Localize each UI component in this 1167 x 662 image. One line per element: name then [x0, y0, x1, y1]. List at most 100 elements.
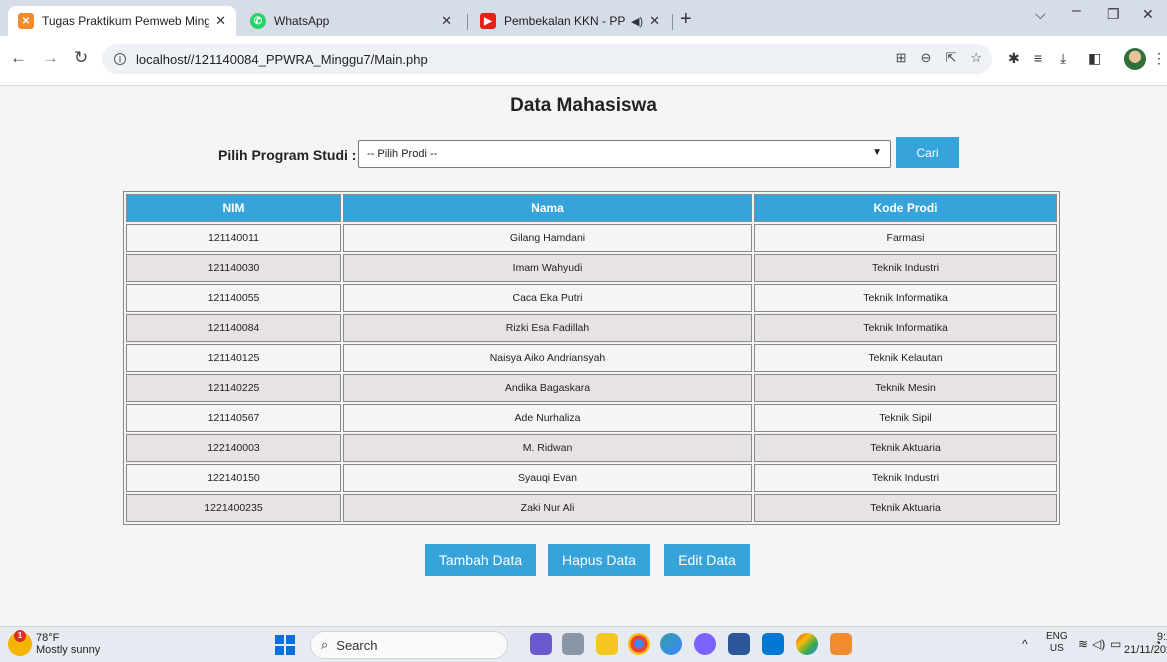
filter-row: Pilih Program Studi : -- Pilih Prodi -- …	[0, 137, 1167, 168]
cell-prodi: Teknik Kelautan	[754, 344, 1057, 372]
teams-icon[interactable]	[530, 633, 552, 655]
browser-toolbar: ← → ↻ i localhost//121140084_PPWRA_Mingg…	[0, 36, 1167, 86]
tab-label: Tugas Praktikum Pemweb Mingg	[42, 14, 210, 28]
search-button[interactable]: Cari	[896, 137, 959, 168]
language-indicator[interactable]: ENG US	[1046, 631, 1068, 655]
cell-nim: 121140055	[126, 284, 341, 312]
cell-nama: Caca Eka Putri	[343, 284, 752, 312]
word-icon[interactable]	[728, 633, 750, 655]
table-row: 121140084 Rizki Esa Fadillah Teknik Info…	[126, 314, 1057, 342]
side-panel-icon[interactable]: ◧	[1088, 50, 1101, 67]
reading-list-icon[interactable]: ≡	[1034, 50, 1042, 66]
close-window-icon[interactable]: ✕	[1142, 6, 1154, 23]
volume-icon[interactable]: ◁)	[1092, 637, 1105, 651]
page-title: Data Mahasiswa	[510, 95, 657, 116]
tab-separator	[672, 14, 673, 30]
xampp-icon: ✕	[18, 13, 34, 29]
cell-prodi: Teknik Aktuaria	[754, 494, 1057, 522]
select-value: -- Pilih Prodi --	[367, 148, 438, 160]
delete-data-button[interactable]: Hapus Data	[548, 544, 650, 576]
lang-bottom: US	[1049, 643, 1064, 654]
restore-icon[interactable]: ❐	[1107, 6, 1120, 23]
cell-prodi: Teknik Industri	[754, 464, 1057, 492]
chevron-down-icon: ▼	[872, 147, 882, 158]
cell-nim: 121140225	[126, 374, 341, 402]
cell-prodi: Teknik Mesin	[754, 374, 1057, 402]
chevron-up-icon[interactable]: ^	[1022, 637, 1028, 651]
add-data-button[interactable]: Tambah Data	[425, 544, 536, 576]
close-icon[interactable]: ✕	[215, 13, 226, 29]
zoom-icon[interactable]: ⊖	[921, 50, 932, 66]
file-explorer-icon[interactable]	[596, 633, 618, 655]
cell-nim: 122140003	[126, 434, 341, 462]
cell-nama: M. Ridwan	[343, 434, 752, 462]
cell-nim: 121140567	[126, 404, 341, 432]
download-icon[interactable]: ⤓	[1060, 50, 1066, 67]
table-row: 121140055 Caca Eka Putri Teknik Informat…	[126, 284, 1057, 312]
taskbar: 1 78°F Mostly sunny ⌕ Search ^ ENG US ≋ …	[0, 626, 1167, 662]
minimize-icon[interactable]: –	[1072, 2, 1081, 20]
header-kode-prodi: Kode Prodi	[754, 194, 1057, 222]
cell-nim: 122140150	[126, 464, 341, 492]
url-text: localhost//121140084_PPWRA_Minggu7/Main.…	[136, 51, 428, 67]
info-icon[interactable]: i	[114, 53, 126, 65]
cell-nama: Andika Bagaskara	[343, 374, 752, 402]
chevron-down-icon[interactable]: ⌵	[1035, 6, 1046, 23]
forward-icon[interactable]: →	[42, 48, 59, 68]
tab-tugas[interactable]: ✕ Tugas Praktikum Pemweb Mingg ✕	[8, 6, 236, 36]
table-row: 121140225 Andika Bagaskara Teknik Mesin	[126, 374, 1057, 402]
task-view-icon[interactable]	[562, 633, 584, 655]
table-row: 121140125 Naisya Aiko Andriansyah Teknik…	[126, 344, 1057, 372]
discord-icon[interactable]	[694, 633, 716, 655]
chrome-profile-icon[interactable]	[796, 633, 818, 655]
close-icon[interactable]: ✕	[649, 13, 660, 29]
xampp-icon[interactable]	[830, 633, 852, 655]
close-icon[interactable]: ✕	[441, 13, 452, 29]
profile-avatar[interactable]	[1124, 48, 1146, 70]
address-bar[interactable]: i localhost//121140084_PPWRA_Minggu7/Mai…	[102, 44, 992, 74]
notification-bell-icon[interactable]: ◔	[1154, 636, 1161, 650]
prodi-select[interactable]: -- Pilih Prodi -- ▼	[358, 140, 891, 168]
cell-nama: Syauqi Evan	[343, 464, 752, 492]
taskbar-search[interactable]: ⌕ Search	[310, 631, 508, 659]
edge-icon[interactable]	[660, 633, 682, 655]
table-header-row: NIM Nama Kode Prodi	[126, 194, 1057, 222]
bookmark-star-icon[interactable]: ☆	[970, 50, 982, 66]
edit-data-button[interactable]: Edit Data	[664, 544, 750, 576]
extensions-icon[interactable]: ✱	[1008, 50, 1020, 67]
cell-prodi: Teknik Informatika	[754, 314, 1057, 342]
menu-kebab-icon[interactable]: ⋮	[1152, 50, 1166, 67]
chrome-icon[interactable]	[628, 633, 650, 655]
lang-top: ENG	[1046, 631, 1068, 642]
back-icon[interactable]: ←	[10, 48, 27, 68]
vscode-icon[interactable]	[762, 633, 784, 655]
cell-nama: Zaki Nur Ali	[343, 494, 752, 522]
table-row: 122140150 Syauqi Evan Teknik Industri	[126, 464, 1057, 492]
tab-whatsapp[interactable]: ✆ WhatsApp ✕	[240, 6, 462, 36]
filter-label: Pilih Program Studi :	[218, 147, 357, 163]
cell-prodi: Teknik Aktuaria	[754, 434, 1057, 462]
cell-nama: Ade Nurhaliza	[343, 404, 752, 432]
whatsapp-icon: ✆	[250, 13, 266, 29]
windows-start-icon[interactable]	[275, 635, 295, 655]
share-icon[interactable]: ⇱	[945, 50, 956, 66]
speaker-icon[interactable]: ◀)	[631, 15, 643, 28]
cell-nim: 121140030	[126, 254, 341, 282]
tab-strip: ✕ Tugas Praktikum Pemweb Mingg ✕ ✆ Whats…	[0, 0, 1167, 36]
weather-widget[interactable]: 1 78°F Mostly sunny	[8, 630, 100, 656]
tab-pembekalan[interactable]: ▶ Pembekalan KKN - PPM 202 ◀) ✕	[470, 6, 670, 36]
tab-label: Pembekalan KKN - PPM 202	[504, 14, 625, 28]
battery-icon[interactable]: ▭	[1110, 637, 1121, 651]
tab-label: WhatsApp	[274, 14, 330, 28]
translate-icon[interactable]: ⊞	[896, 50, 907, 66]
reload-icon[interactable]: ↻	[74, 48, 88, 68]
cell-prodi: Farmasi	[754, 224, 1057, 252]
weather-temp: 78°F	[36, 632, 60, 644]
new-tab-icon[interactable]: +	[680, 8, 692, 31]
cell-prodi: Teknik Informatika	[754, 284, 1057, 312]
cell-prodi: Teknik Sipil	[754, 404, 1057, 432]
table-row: 121140011 Gilang Hamdani Farmasi	[126, 224, 1057, 252]
youtube-icon: ▶	[480, 13, 496, 29]
notification-badge: 1	[14, 630, 26, 642]
wifi-icon[interactable]: ≋	[1078, 637, 1088, 651]
